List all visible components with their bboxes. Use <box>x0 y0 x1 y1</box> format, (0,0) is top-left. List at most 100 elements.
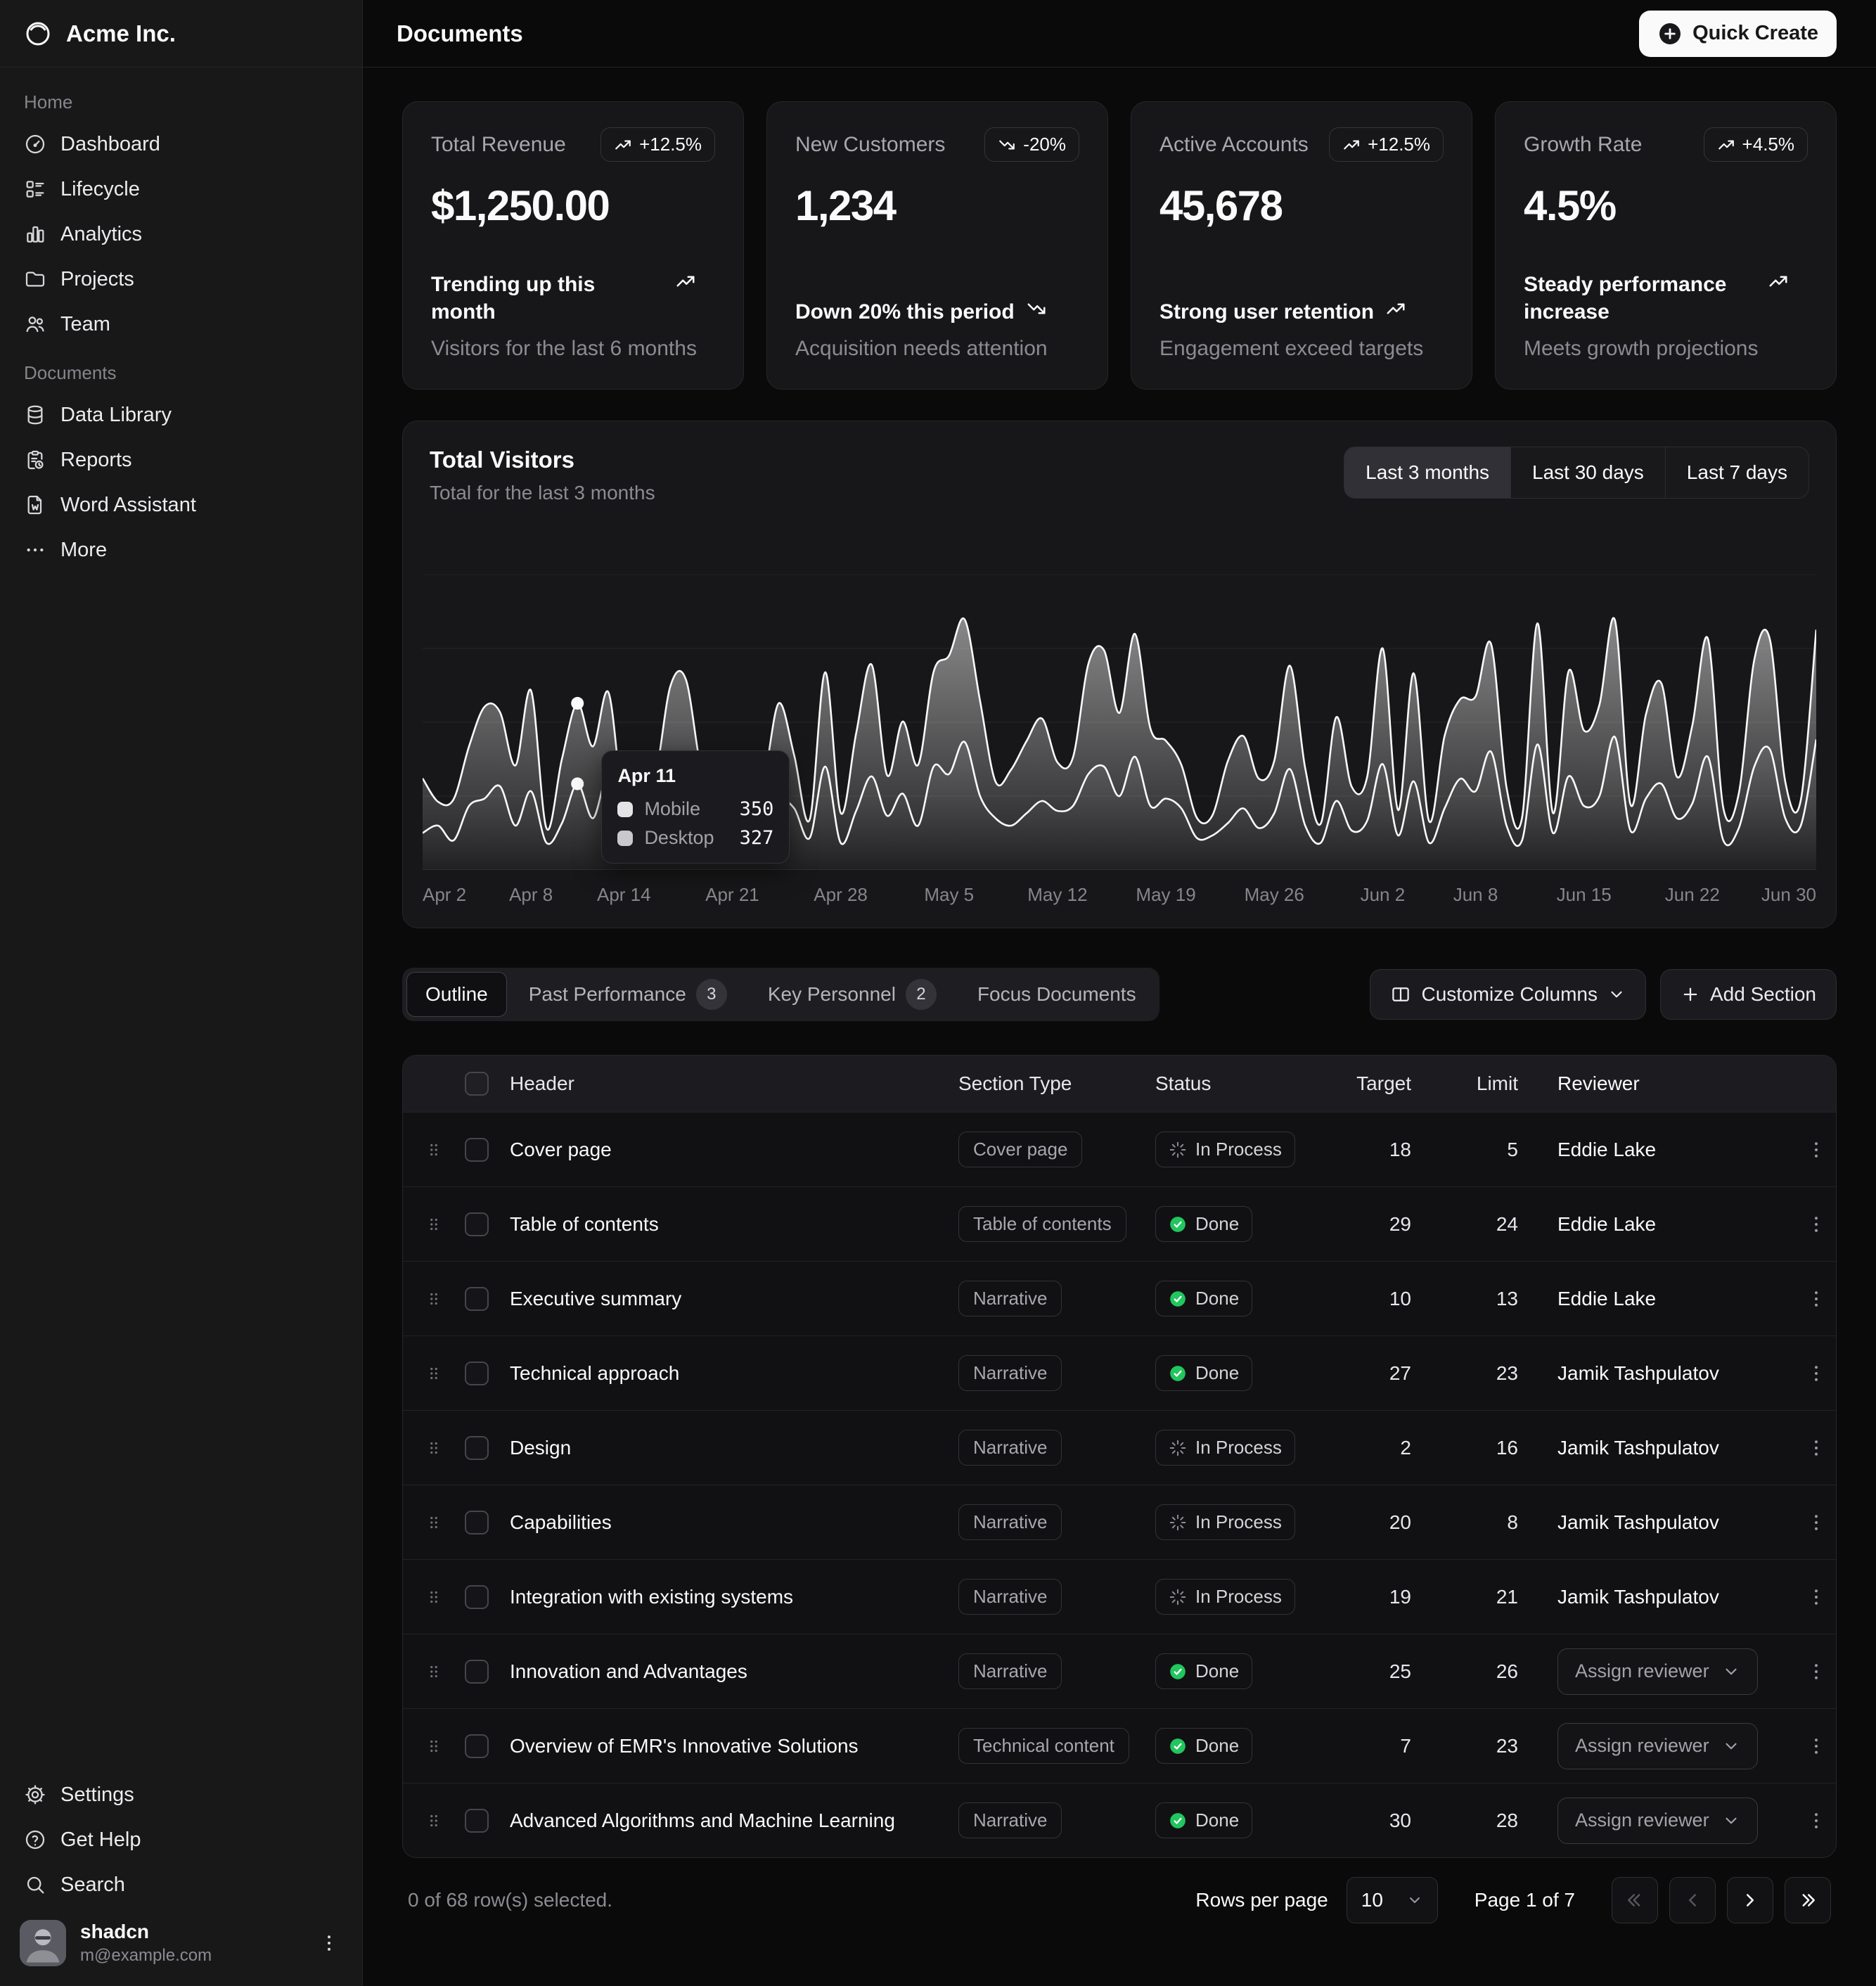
limit-cell[interactable]: 23 <box>1451 1362 1535 1385</box>
sidebar-item-settings[interactable]: Settings <box>11 1772 351 1817</box>
sidebar-item-lifecycle[interactable]: Lifecycle <box>11 167 351 212</box>
row-checkbox[interactable] <box>465 1287 489 1311</box>
assign-reviewer-select[interactable]: Assign reviewer <box>1557 1798 1758 1844</box>
sidebar-item-reports[interactable]: Reports <box>11 437 351 482</box>
row-header-cell[interactable]: Overview of EMR's Innovative Solutions <box>510 1735 958 1757</box>
row-menu-button[interactable] <box>1795 1432 1837 1464</box>
add-section-button[interactable]: Add Section <box>1660 969 1837 1020</box>
row-menu-button[interactable] <box>1795 1283 1837 1315</box>
row-menu-button[interactable] <box>1795 1805 1837 1837</box>
chart-title: Total Visitors <box>430 447 655 473</box>
drag-handle-icon[interactable] <box>403 1737 465 1755</box>
sidebar-item-word-assistant[interactable]: Word Assistant <box>11 482 351 527</box>
drag-handle-icon[interactable] <box>403 1513 465 1532</box>
sidebar-item-data-library[interactable]: Data Library <box>11 392 351 437</box>
previous-page-button[interactable] <box>1669 1877 1716 1923</box>
row-checkbox[interactable] <box>465 1212 489 1236</box>
x-axis-tick: May 26 <box>1245 884 1304 906</box>
drag-handle-icon[interactable] <box>403 1215 465 1234</box>
limit-cell[interactable]: 13 <box>1451 1288 1535 1310</box>
row-checkbox[interactable] <box>465 1436 489 1460</box>
first-page-button[interactable] <box>1612 1877 1658 1923</box>
tab-outline[interactable]: Outline <box>406 972 507 1017</box>
range-tab-7-days[interactable]: Last 7 days <box>1665 447 1808 498</box>
row-menu-button[interactable] <box>1795 1357 1837 1390</box>
limit-cell[interactable]: 28 <box>1451 1809 1535 1832</box>
status-badge: In Process <box>1155 1504 1295 1540</box>
drag-handle-icon[interactable] <box>403 1364 465 1383</box>
row-checkbox[interactable] <box>465 1511 489 1535</box>
row-header-cell[interactable]: Design <box>510 1437 958 1459</box>
row-menu-button[interactable] <box>1795 1506 1837 1539</box>
target-cell[interactable]: 7 <box>1352 1735 1451 1757</box>
target-cell[interactable]: 10 <box>1352 1288 1451 1310</box>
org-switcher[interactable]: Acme Inc. <box>0 0 362 68</box>
drag-handle-icon[interactable] <box>403 1439 465 1457</box>
limit-cell[interactable]: 21 <box>1451 1586 1535 1608</box>
next-page-button[interactable] <box>1727 1877 1773 1923</box>
row-header-cell[interactable]: Cover page <box>510 1139 958 1161</box>
tab-focus-documents[interactable]: Focus Documents <box>958 972 1155 1017</box>
rows-per-page-select[interactable]: 10 <box>1347 1877 1438 1923</box>
row-header-cell[interactable]: Integration with existing systems <box>510 1586 958 1608</box>
drag-handle-icon[interactable] <box>403 1141 465 1159</box>
row-menu-button[interactable] <box>1795 1655 1837 1688</box>
sidebar-item-more[interactable]: More <box>11 527 351 572</box>
row-header-cell[interactable]: Technical approach <box>510 1362 958 1385</box>
tab-key-personnel[interactable]: Key Personnel 2 <box>749 972 956 1017</box>
drag-handle-icon[interactable] <box>403 1588 465 1606</box>
row-checkbox[interactable] <box>465 1809 489 1833</box>
row-checkbox[interactable] <box>465 1585 489 1609</box>
visitors-chart-card: Total Visitors Total for the last 3 mont… <box>402 421 1837 928</box>
sidebar-item-dashboard[interactable]: Dashboard <box>11 122 351 167</box>
range-tab-30-days[interactable]: Last 30 days <box>1510 447 1665 498</box>
row-checkbox[interactable] <box>465 1660 489 1684</box>
user-menu[interactable]: shadcn m@example.com <box>11 1907 351 1972</box>
quick-create-button[interactable]: Quick Create <box>1639 11 1837 57</box>
limit-cell[interactable]: 23 <box>1451 1735 1535 1757</box>
row-checkbox[interactable] <box>465 1734 489 1758</box>
sidebar-item-get-help[interactable]: Get Help <box>11 1817 351 1862</box>
limit-cell[interactable]: 5 <box>1451 1139 1535 1161</box>
sidebar-item-search[interactable]: Search <box>11 1862 351 1907</box>
sidebar-item-projects[interactable]: Projects <box>11 257 351 302</box>
target-cell[interactable]: 18 <box>1352 1139 1451 1161</box>
row-menu-button[interactable] <box>1795 1208 1837 1241</box>
range-tab-3-months[interactable]: Last 3 months <box>1344 447 1510 498</box>
sidebar-item-analytics[interactable]: Analytics <box>11 212 351 257</box>
target-cell[interactable]: 2 <box>1352 1437 1451 1459</box>
tab-past-performance[interactable]: Past Performance 3 <box>510 972 746 1017</box>
customize-columns-button[interactable]: Customize Columns <box>1370 969 1646 1020</box>
row-header-cell[interactable]: Table of contents <box>510 1213 958 1236</box>
drag-handle-icon[interactable] <box>403 1812 465 1830</box>
gauge-icon <box>24 133 46 155</box>
row-header-cell[interactable]: Advanced Algorithms and Machine Learning <box>510 1809 958 1832</box>
target-cell[interactable]: 29 <box>1352 1213 1451 1236</box>
drag-handle-icon[interactable] <box>403 1663 465 1681</box>
limit-cell[interactable]: 16 <box>1451 1437 1535 1459</box>
target-cell[interactable]: 27 <box>1352 1362 1451 1385</box>
row-header-cell[interactable]: Innovation and Advantages <box>510 1660 958 1683</box>
row-header-cell[interactable]: Executive summary <box>510 1288 958 1310</box>
target-cell[interactable]: 25 <box>1352 1660 1451 1683</box>
row-header-cell[interactable]: Capabilities <box>510 1511 958 1534</box>
assign-reviewer-select[interactable]: Assign reviewer <box>1557 1723 1758 1769</box>
target-cell[interactable]: 19 <box>1352 1586 1451 1608</box>
limit-cell[interactable]: 24 <box>1451 1213 1535 1236</box>
target-cell[interactable]: 20 <box>1352 1511 1451 1534</box>
row-checkbox[interactable] <box>465 1138 489 1162</box>
row-checkbox[interactable] <box>465 1362 489 1385</box>
limit-cell[interactable]: 26 <box>1451 1660 1535 1683</box>
row-menu-button[interactable] <box>1795 1581 1837 1613</box>
database-icon <box>24 404 46 426</box>
row-menu-button[interactable] <box>1795 1730 1837 1762</box>
select-all-checkbox[interactable] <box>465 1072 489 1096</box>
drag-handle-icon[interactable] <box>403 1290 465 1308</box>
target-cell[interactable]: 30 <box>1352 1809 1451 1832</box>
last-page-button[interactable] <box>1785 1877 1831 1923</box>
assign-reviewer-select[interactable]: Assign reviewer <box>1557 1648 1758 1695</box>
limit-cell[interactable]: 8 <box>1451 1511 1535 1534</box>
sidebar-item-label: Reports <box>60 449 132 472</box>
sidebar-item-team[interactable]: Team <box>11 302 351 347</box>
row-menu-button[interactable] <box>1795 1134 1837 1166</box>
